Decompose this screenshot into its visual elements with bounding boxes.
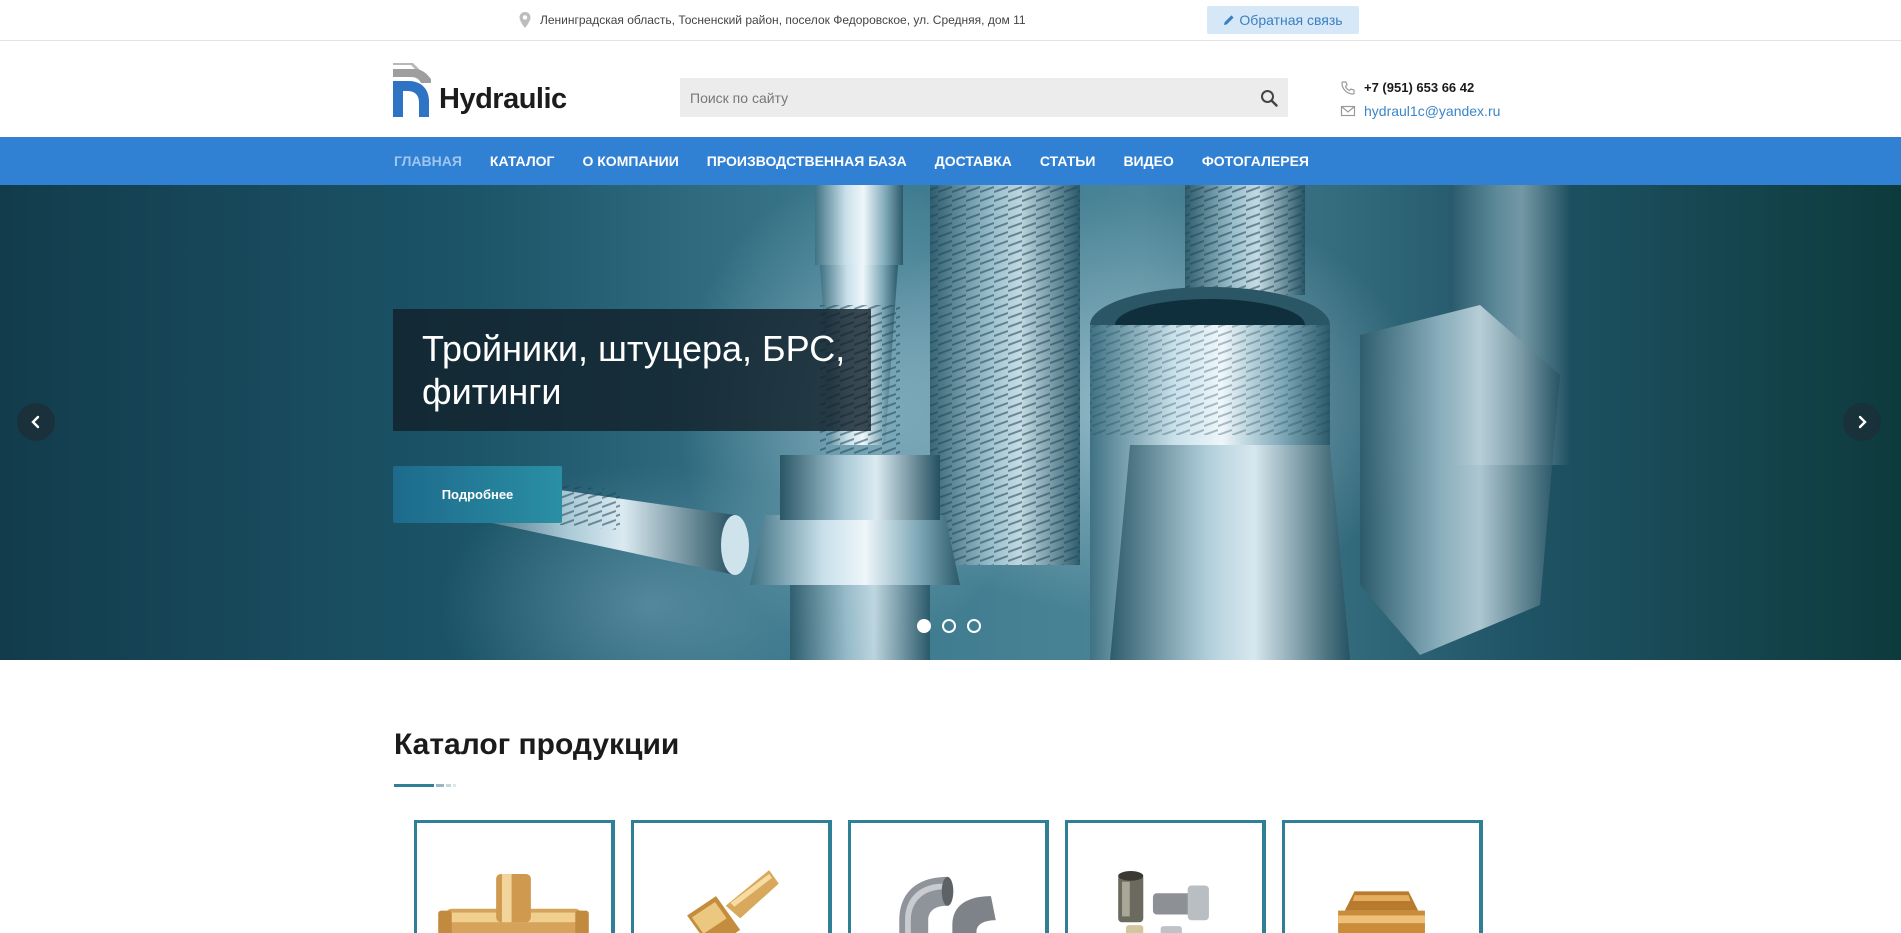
nav-item-catalog[interactable]: КАТАЛОГ	[490, 153, 555, 169]
logo-mark-icon	[393, 63, 431, 117]
catalog-cards	[414, 820, 1483, 933]
slider-dot-2[interactable]	[942, 619, 956, 633]
hero-title-line2: фитинги	[422, 371, 562, 412]
slider-dot-3[interactable]	[967, 619, 981, 633]
nav-item-video[interactable]: ВИДЕО	[1123, 153, 1173, 169]
contacts: +7 (951) 653 66 42 hydraul1c@yandex.ru	[1340, 76, 1540, 122]
steel-elbow-fittings-image	[899, 876, 996, 933]
email-link[interactable]: hydraul1c@yandex.ru	[1364, 103, 1500, 119]
catalog-card[interactable]	[1065, 820, 1266, 933]
phone-icon	[1341, 80, 1355, 95]
slider-dot-1[interactable]	[917, 619, 931, 633]
nav-item-articles[interactable]: СТАТЬИ	[1040, 153, 1096, 169]
search-input[interactable]	[680, 78, 1249, 117]
phone-number[interactable]: +7 (951) 653 66 42	[1364, 80, 1474, 95]
quick-release-couplings-image	[1118, 871, 1209, 933]
logo-text: Hydraulic	[439, 83, 567, 115]
slider-prev-button[interactable]	[17, 403, 55, 441]
feedback-button[interactable]: Обратная связь	[1207, 6, 1359, 34]
catalog-card[interactable]	[848, 820, 1049, 933]
email-row: hydraul1c@yandex.ru	[1340, 99, 1540, 122]
search-button[interactable]	[1249, 78, 1288, 117]
address: Ленинградская область, Тосненский район,…	[518, 11, 1026, 29]
brass-tee-fitting-image	[438, 873, 589, 933]
nav-item-about[interactable]: О КОМПАНИИ	[582, 153, 678, 169]
catalog-card[interactable]	[414, 820, 615, 933]
address-text: Ленинградская область, Тосненский район,…	[540, 13, 1026, 27]
nav-item-production[interactable]: ПРОИЗВОДСТВЕННАЯ БАЗА	[707, 153, 907, 169]
hero-more-button[interactable]: Подробнее	[393, 466, 562, 523]
hero-fittings-image	[455, 185, 1570, 660]
nav-item-home[interactable]: ГЛАВНАЯ	[394, 153, 462, 169]
catalog-title: Каталог продукции	[394, 728, 680, 761]
main-nav: ГЛАВНАЯ КАТАЛОГ О КОМПАНИИ ПРОИЗВОДСТВЕН…	[0, 137, 1901, 185]
chevron-left-icon	[31, 415, 40, 429]
feedback-label: Обратная связь	[1239, 12, 1343, 28]
envelope-icon	[1340, 105, 1356, 116]
slider-next-button[interactable]	[1843, 403, 1881, 441]
chevron-right-icon	[1858, 415, 1867, 429]
hero-title-box: Тройники, штуцера, БРС, фитинги	[393, 309, 871, 431]
top-bar: Ленинградская область, Тосненский район,…	[0, 0, 1901, 41]
pencil-icon	[1224, 15, 1235, 25]
map-pin-icon	[519, 12, 531, 28]
nav-item-gallery[interactable]: ФОТОГАЛЕРЕЯ	[1202, 153, 1309, 169]
search-bar	[680, 78, 1288, 117]
brass-nipple-adapter-image	[1338, 891, 1425, 933]
hero-title-line1: Тройники, штуцера, БРС,	[422, 328, 846, 369]
brass-hose-barb-fitting-image	[687, 870, 779, 933]
title-underline	[394, 784, 456, 787]
slider-dots	[917, 619, 981, 633]
phone-row: +7 (951) 653 66 42	[1340, 76, 1540, 99]
logo[interactable]: Hydraulic	[393, 59, 568, 117]
hero-slider: Тройники, штуцера, БРС, фитинги Подробне…	[0, 185, 1901, 660]
catalog-card[interactable]	[1282, 820, 1483, 933]
site-header: Hydraulic +7 (951) 653 66 42 hydraul1c@y…	[0, 42, 1901, 137]
nav-item-delivery[interactable]: ДОСТАВКА	[935, 153, 1012, 169]
search-icon	[1260, 89, 1278, 107]
catalog-card[interactable]	[631, 820, 832, 933]
